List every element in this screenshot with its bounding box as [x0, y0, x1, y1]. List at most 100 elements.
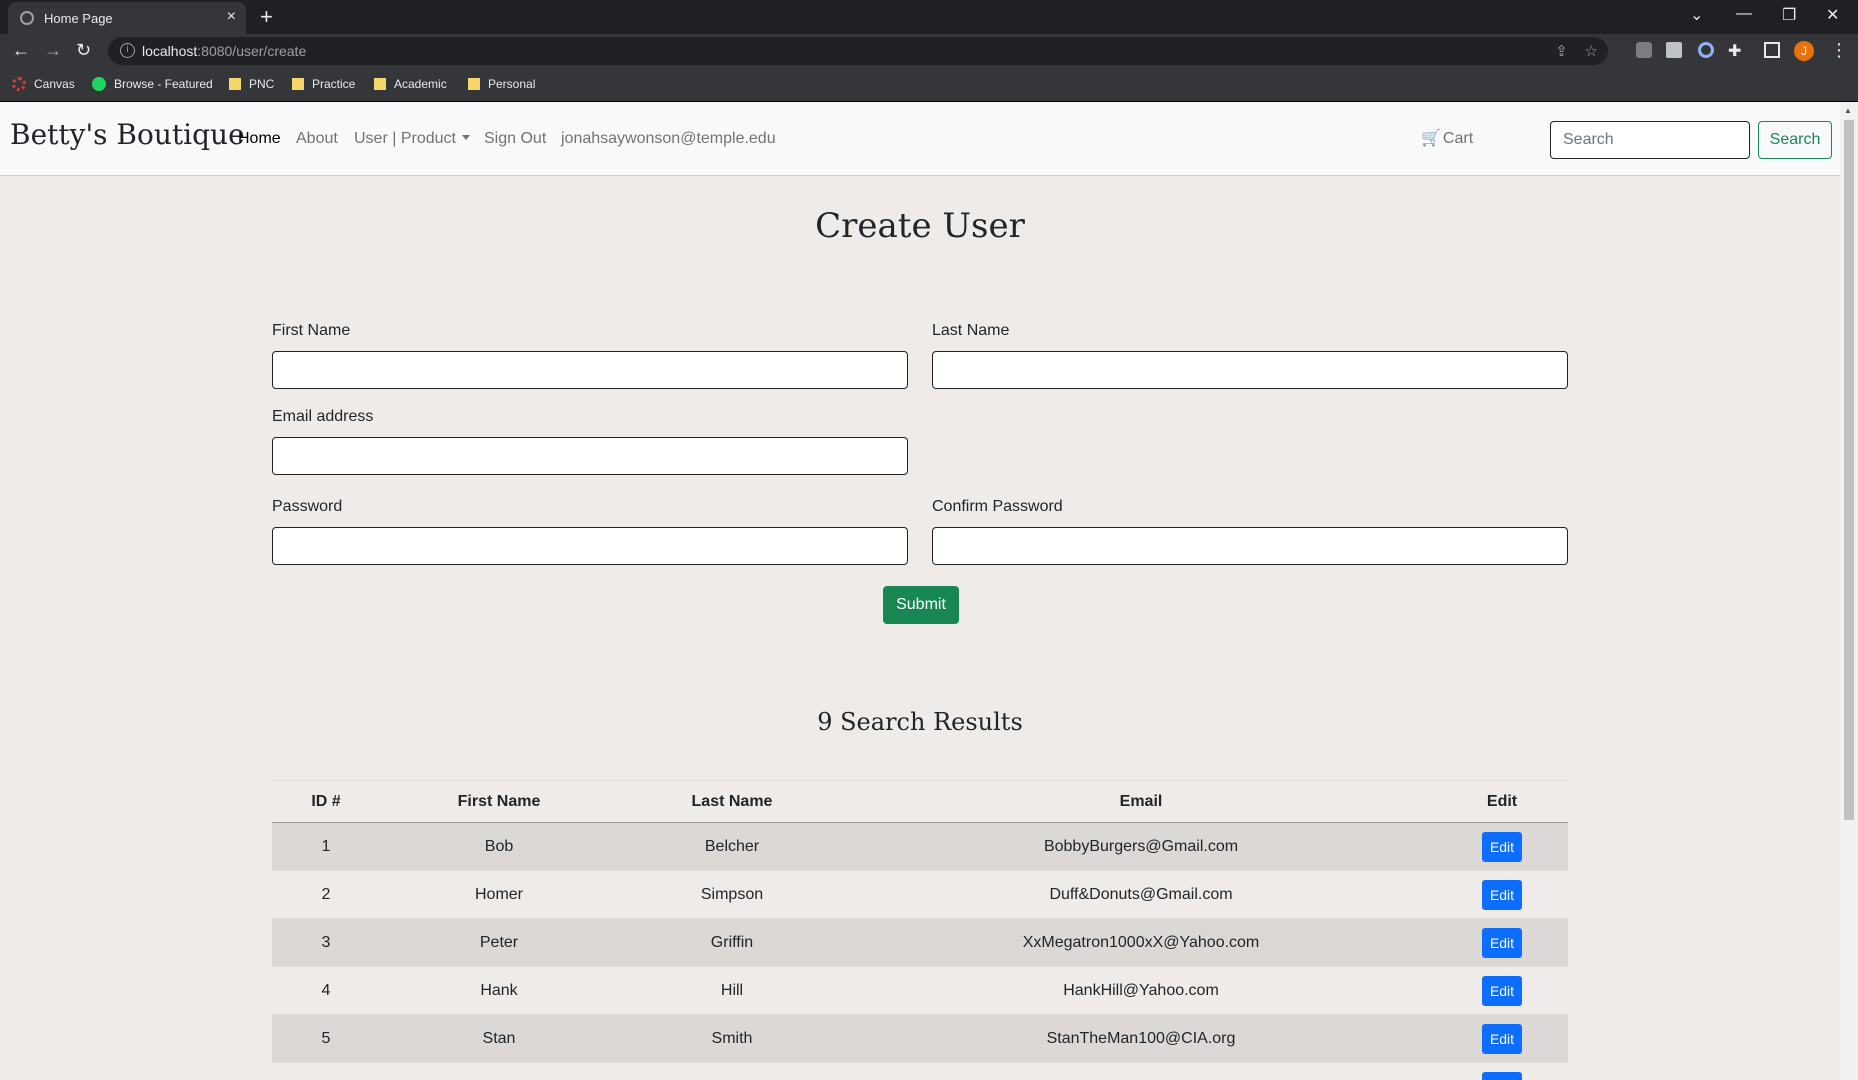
url-text[interactable]: localhost:8080/user/create	[142, 43, 306, 59]
cell-email: XxMegatron1000xX@Yahoo.com	[846, 918, 1436, 967]
cell-last-name: Smith	[618, 1014, 846, 1063]
cell-last-name: Belcher	[618, 822, 846, 871]
confirm-password-label: Confirm Password	[932, 498, 1063, 515]
table-header-row: ID # First Name Last Name Email Edit	[272, 780, 1568, 823]
window-close-icon[interactable]: ✕	[1826, 5, 1839, 25]
new-tab-icon[interactable]: +	[260, 4, 273, 30]
bookmark-canvas[interactable]: Canvas	[12, 77, 75, 91]
edit-button[interactable]: Edit	[1482, 1071, 1522, 1080]
browser-tab-bar: Home Page × + ⌄ — ❐ ✕	[0, 0, 1858, 34]
bookmark-label: PNC	[249, 77, 275, 91]
bookmark-academic[interactable]: Academic	[374, 77, 447, 91]
folder-icon	[229, 78, 241, 90]
canvas-icon	[12, 77, 26, 91]
nav-sign-out[interactable]: Sign Out	[484, 130, 546, 148]
scroll-up-icon[interactable]: ▲	[1844, 106, 1852, 115]
table-row: 5 Stan Smith StanTheMan100@CIA.org Edit	[272, 1014, 1568, 1063]
column-header: ID #	[272, 780, 380, 823]
email-input[interactable]	[272, 437, 908, 475]
browser-toolbar: ← → ↻ i localhost:8080/user/create ⇪ ☆ ✚…	[0, 34, 1858, 68]
page-scrollbar[interactable]: ▲	[1840, 102, 1858, 1080]
bookmark-practice[interactable]: Practice	[292, 77, 355, 91]
back-icon[interactable]: ←	[12, 40, 30, 61]
url-host: localhost	[142, 43, 198, 59]
nav-about[interactable]: About	[296, 130, 338, 148]
bookmark-label: Browse - Featured	[114, 77, 213, 91]
globe-icon	[20, 11, 34, 25]
first-name-label: First Name	[272, 322, 351, 339]
tab-search-icon[interactable]: ⌄	[1690, 5, 1703, 25]
bookmark-label: Personal	[488, 77, 536, 91]
cell-id: 6	[272, 1062, 380, 1080]
last-name-input[interactable]	[932, 351, 1568, 389]
caret-down-icon	[461, 135, 470, 140]
extension-circle-icon[interactable]	[1698, 42, 1714, 58]
first-name-input[interactable]	[272, 351, 908, 389]
search-button[interactable]: Search	[1758, 121, 1832, 159]
table-row: 6 Edit	[272, 1062, 1568, 1080]
menu-kebab-icon[interactable]: ⋮	[1830, 40, 1848, 61]
column-header: Email	[846, 780, 1436, 823]
share-icon[interactable]: ⇪	[1555, 43, 1568, 60]
cell-last-name	[618, 1062, 846, 1080]
cell-id: 3	[272, 918, 380, 967]
brand-logo[interactable]: Betty's Boutique	[10, 118, 245, 151]
close-tab-icon[interactable]: ×	[227, 8, 236, 26]
password-input[interactable]	[272, 527, 908, 565]
bookmark-personal[interactable]: Personal	[468, 77, 535, 91]
edit-button[interactable]: Edit	[1482, 879, 1522, 910]
address-bar[interactable]: i localhost:8080/user/create ⇪ ☆	[108, 37, 1608, 65]
cell-id: 1	[272, 822, 380, 871]
bookmark-pnc[interactable]: PNC	[229, 77, 274, 91]
profile-avatar[interactable]: J	[1794, 41, 1814, 61]
scrollbar-thumb[interactable]	[1844, 120, 1854, 820]
edit-button[interactable]: Edit	[1482, 927, 1522, 958]
bookmark-browse-featured[interactable]: Browse - Featured	[92, 77, 213, 91]
cell-id: 2	[272, 870, 380, 919]
cell-last-name: Griffin	[618, 918, 846, 967]
cell-first-name: Bob	[380, 822, 618, 871]
cart-link[interactable]: 🛒 Cart	[1421, 128, 1473, 148]
cell-email	[846, 1062, 1436, 1080]
bookmarks-bar: Canvas Browse - Featured PNC Practice Ac…	[0, 68, 1858, 102]
nav-user-email[interactable]: jonahsaywonson@temple.edu	[561, 130, 776, 148]
edit-button[interactable]: Edit	[1482, 1023, 1522, 1054]
cell-first-name: Homer	[380, 870, 618, 919]
cell-first-name: Hank	[380, 966, 618, 1015]
cell-id: 4	[272, 966, 380, 1015]
edit-button[interactable]: Edit	[1482, 975, 1522, 1006]
browser-tab[interactable]: Home Page ×	[8, 2, 246, 34]
side-panel-icon[interactable]	[1764, 42, 1780, 58]
cell-first-name: Peter	[380, 918, 618, 967]
extension-box-icon[interactable]	[1666, 42, 1682, 58]
forward-icon[interactable]: →	[44, 40, 62, 61]
bookmark-star-icon[interactable]: ☆	[1585, 43, 1598, 60]
extensions-puzzle-icon[interactable]: ✚	[1728, 41, 1741, 61]
bookmark-label: Academic	[394, 77, 447, 91]
cell-email: Duff&Donuts@Gmail.com	[846, 870, 1436, 919]
table-row: 1 Bob Belcher BobbyBurgers@Gmail.com Edi…	[272, 822, 1568, 871]
site-info-icon[interactable]: i	[120, 43, 135, 58]
cart-icon: 🛒	[1421, 130, 1441, 147]
submit-button[interactable]: Submit	[883, 586, 959, 624]
column-header: Last Name	[618, 780, 846, 823]
cell-edit: Edit	[1436, 870, 1568, 919]
folder-icon	[374, 78, 386, 90]
extension-pen-icon[interactable]	[1636, 42, 1652, 58]
table-row: 2 Homer Simpson Duff&Donuts@Gmail.com Ed…	[272, 870, 1568, 919]
cell-id: 5	[272, 1014, 380, 1063]
cell-email: BobbyBurgers@Gmail.com	[846, 822, 1436, 871]
nav-home[interactable]: Home	[238, 130, 281, 148]
minimize-icon[interactable]: —	[1736, 5, 1752, 23]
bookmark-label: Practice	[312, 77, 356, 91]
reload-icon[interactable]: ↻	[76, 40, 91, 61]
page-title: Create User	[815, 206, 1025, 246]
nav-user-product-dropdown[interactable]: User | Product	[354, 130, 470, 148]
search-input[interactable]	[1550, 121, 1750, 159]
column-header: Edit	[1436, 780, 1568, 823]
confirm-password-input[interactable]	[932, 527, 1568, 565]
page-content: Betty's Boutique Home About User | Produ…	[0, 102, 1840, 1080]
cart-label: Cart	[1442, 130, 1474, 147]
restore-icon[interactable]: ❐	[1782, 5, 1796, 25]
edit-button[interactable]: Edit	[1482, 831, 1522, 862]
